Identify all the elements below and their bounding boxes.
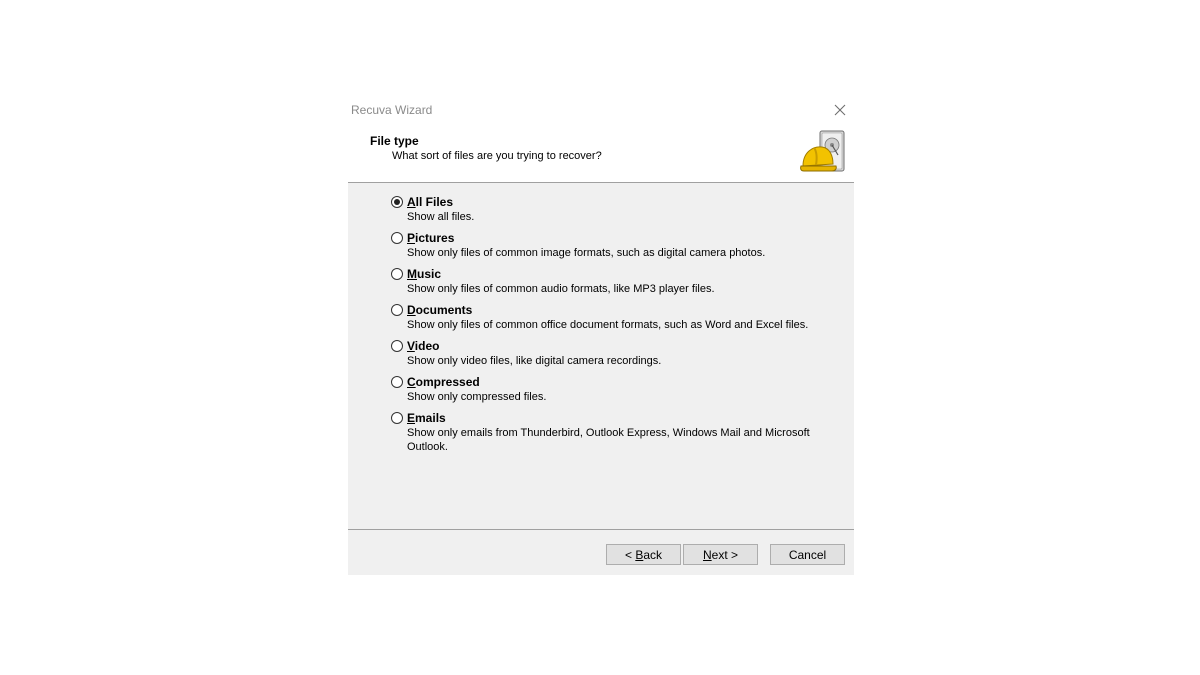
- option-label: Emails: [407, 411, 446, 425]
- radio-all-files[interactable]: [391, 196, 403, 208]
- option-description: Show only compressed files.: [407, 391, 547, 403]
- radio-music[interactable]: [391, 268, 403, 280]
- option-label: All Files: [407, 195, 454, 209]
- file-type-options: All Files Show all files. Pictures Show …: [348, 183, 854, 529]
- close-button[interactable]: [828, 98, 852, 122]
- close-icon: [834, 104, 846, 116]
- wizard-header: File type What sort of files are you try…: [348, 124, 854, 182]
- option-label: Compressed: [407, 375, 480, 389]
- radio-pictures[interactable]: [391, 232, 403, 244]
- option-description: Show only files of common office documen…: [407, 319, 809, 331]
- next-button[interactable]: Next >: [683, 544, 758, 565]
- page-subtitle: What sort of files are you trying to rec…: [392, 150, 602, 162]
- radio-emails[interactable]: [391, 412, 403, 424]
- option-description: Show only files of common image formats,…: [407, 247, 766, 259]
- radio-compressed[interactable]: [391, 376, 403, 388]
- recuva-wizard-window: Recuva Wizard File type What sort of fil…: [348, 96, 854, 575]
- wizard-footer: < Back Next > Cancel: [348, 530, 854, 575]
- option-label: Documents: [407, 303, 473, 317]
- hard-drive-helmet-icon: [800, 130, 845, 172]
- option-description: Show only files of common audio formats,…: [407, 283, 715, 295]
- radio-documents[interactable]: [391, 304, 403, 316]
- option-label: Video: [407, 339, 440, 353]
- page-title: File type: [370, 134, 419, 148]
- title-bar: Recuva Wizard: [348, 96, 854, 124]
- window-title: Recuva Wizard: [351, 103, 433, 117]
- option-description: Show only emails from Thunderbird, Outlo…: [407, 427, 810, 453]
- option-label: Music: [407, 267, 442, 281]
- option-description: Show only video files, like digital came…: [407, 355, 662, 367]
- cancel-button[interactable]: Cancel: [770, 544, 845, 565]
- option-label: Pictures: [407, 231, 455, 245]
- radio-video[interactable]: [391, 340, 403, 352]
- back-button[interactable]: < Back: [606, 544, 681, 565]
- option-description: Show all files.: [407, 211, 475, 223]
